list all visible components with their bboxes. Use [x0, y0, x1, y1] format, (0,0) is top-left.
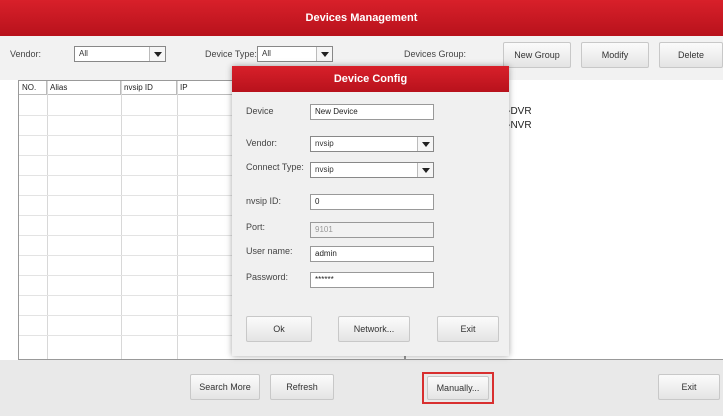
device-config-dialog: Device Config Device New Device Vendor: …: [232, 66, 509, 356]
devices-group-label: Devices Group:: [404, 49, 467, 59]
port-input: 9101: [310, 222, 434, 238]
window-title-bar: Devices Management: [0, 0, 723, 36]
bottom-action-bar: Search More Refresh Manually... Exit: [0, 360, 723, 416]
dialog-exit-button[interactable]: Exit: [437, 316, 499, 342]
connect-type-label: Connect Type:: [246, 162, 304, 172]
delete-button[interactable]: Delete: [659, 42, 723, 68]
chevron-down-icon[interactable]: [417, 163, 433, 177]
network-button[interactable]: Network...: [338, 316, 410, 342]
device-type-label: Device Type:: [205, 49, 257, 59]
port-label: Port:: [246, 222, 266, 232]
device-name-input[interactable]: New Device: [310, 104, 434, 120]
connect-type-select[interactable]: nvsip: [310, 162, 434, 178]
new-group-button[interactable]: New Group: [503, 42, 571, 68]
password-input[interactable]: ******: [310, 272, 434, 288]
window-title: Devices Management: [305, 12, 418, 24]
column-divider: [121, 81, 122, 359]
username-label: User name:: [246, 246, 293, 256]
chevron-down-icon[interactable]: [149, 47, 165, 61]
search-more-button[interactable]: Search More: [190, 374, 260, 400]
column-divider: [177, 81, 178, 359]
nvsip-id-label: nvsip ID:: [246, 196, 282, 206]
device-label: Device: [246, 106, 274, 116]
modify-button[interactable]: Modify: [581, 42, 649, 68]
device-type-select-value: All: [262, 49, 271, 58]
refresh-button[interactable]: Refresh: [270, 374, 334, 400]
dialog-vendor-label: Vendor:: [246, 138, 278, 148]
vendor-select[interactable]: All: [74, 46, 166, 62]
connect-type-value: nvsip: [315, 165, 334, 174]
dialog-title-bar[interactable]: Device Config: [232, 66, 509, 92]
vendor-label: Vendor:: [10, 49, 42, 59]
nvsip-id-input[interactable]: 0: [310, 194, 434, 210]
manually-button-highlight: Manually...: [422, 372, 494, 404]
device-type-select[interactable]: All: [257, 46, 333, 62]
dialog-title: Device Config: [333, 73, 408, 85]
column-divider: [47, 81, 48, 359]
chevron-down-icon[interactable]: [417, 137, 433, 151]
dialog-vendor-select[interactable]: nvsip: [310, 136, 434, 152]
dialog-vendor-value: nvsip: [315, 139, 334, 148]
column-header-nvsip-id[interactable]: nvsip ID: [121, 81, 177, 95]
column-header-no[interactable]: NO.: [19, 81, 47, 95]
vendor-select-value: All: [79, 49, 88, 58]
username-input[interactable]: admin: [310, 246, 434, 262]
column-header-alias[interactable]: Alias: [47, 81, 121, 95]
exit-button[interactable]: Exit: [658, 374, 720, 400]
manually-button[interactable]: Manually...: [427, 376, 489, 400]
ok-button[interactable]: Ok: [246, 316, 312, 342]
chevron-down-icon[interactable]: [316, 47, 332, 61]
password-label: Password:: [246, 272, 289, 282]
